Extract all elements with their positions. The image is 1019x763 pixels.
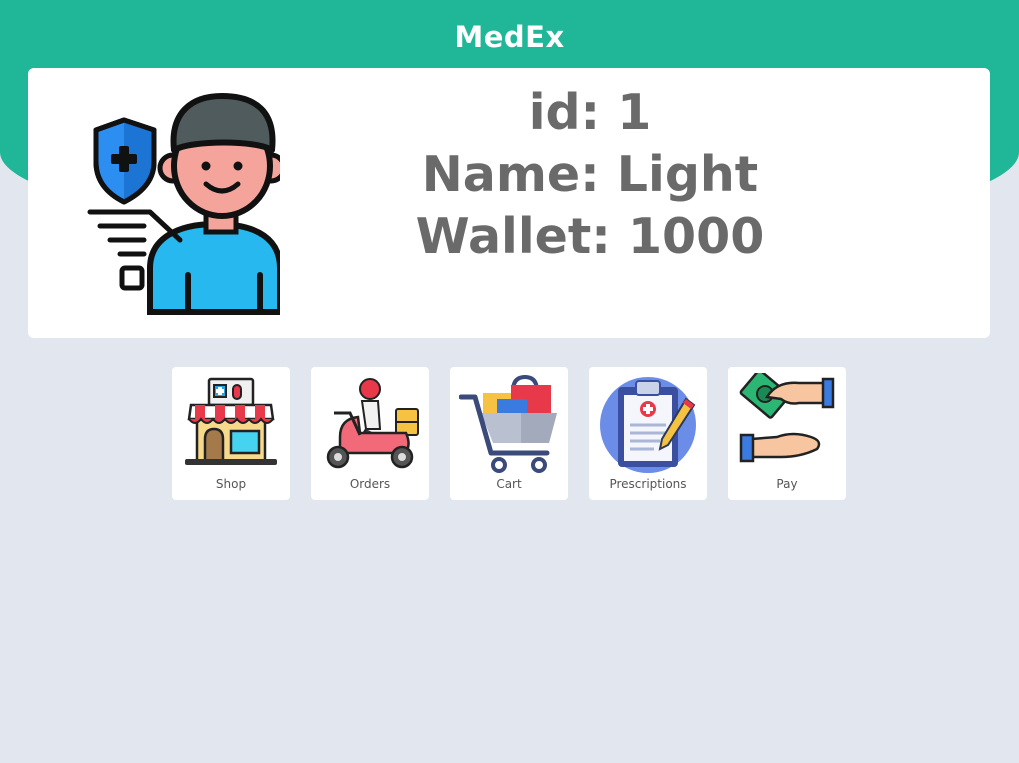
app-title: MedEx (454, 20, 565, 54)
main-menu: Shop Orders Cart Prescriptions Pay (172, 367, 846, 500)
profile-name: Name: Light (421, 146, 759, 203)
menu-shop-label: Shop (215, 477, 247, 491)
menu-prescriptions-button[interactable]: Prescriptions (589, 367, 707, 500)
profile-wallet: Wallet: 1000 (415, 208, 765, 265)
pharmacy-shop-icon (185, 377, 277, 465)
menu-cart-button[interactable]: Cart (450, 367, 568, 500)
patient-avatar-icon (87, 93, 280, 315)
profile-card: id: 1 Name: Light Wallet: 1000 (28, 68, 990, 338)
app-screen: MedEx id: 1 Name: Light Wallet: 1000 Sho… (0, 0, 1019, 763)
prescription-clipboard-icon (600, 377, 696, 473)
menu-shop-button[interactable]: Shop (172, 367, 290, 500)
profile-id: id: 1 (528, 84, 652, 141)
menu-orders-button[interactable]: Orders (311, 367, 429, 500)
profile-info: id: 1 Name: Light Wallet: 1000 (398, 82, 782, 268)
delivery-scooter-icon (326, 378, 419, 469)
menu-pay-button[interactable]: Pay (728, 367, 846, 500)
menu-pay-label: Pay (776, 477, 798, 491)
menu-prescriptions-label: Prescriptions (609, 477, 687, 491)
payment-hands-icon (739, 373, 835, 463)
shopping-cart-icon (459, 374, 557, 473)
menu-cart-label: Cart (496, 477, 522, 491)
menu-orders-label: Orders (349, 477, 391, 491)
